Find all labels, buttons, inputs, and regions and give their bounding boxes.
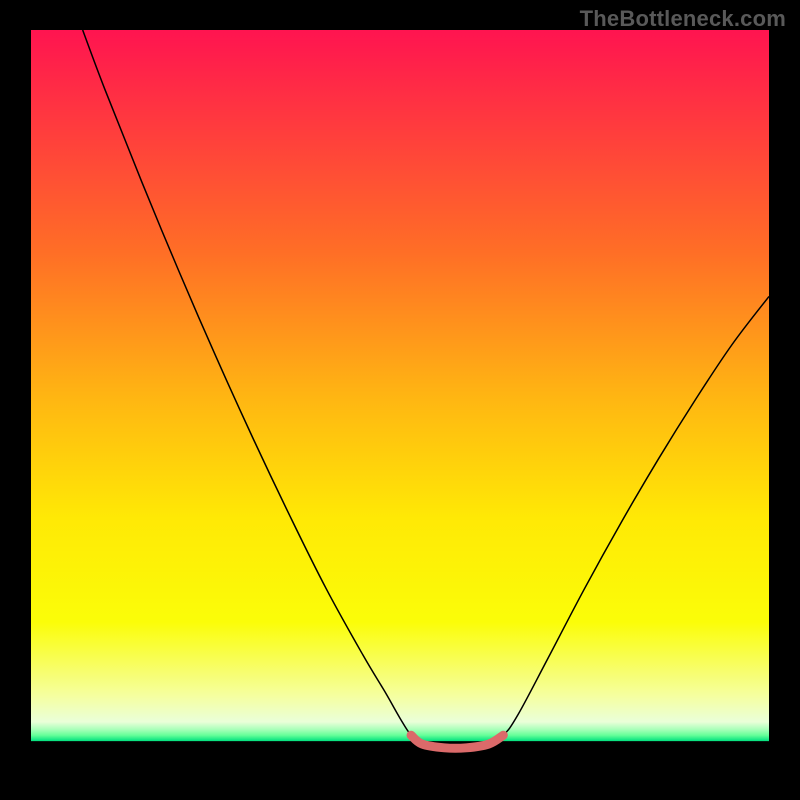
bottleneck-chart (0, 0, 800, 800)
chart-frame: TheBottleneck.com (0, 0, 800, 800)
gradient-background (31, 30, 769, 741)
watermark-text: TheBottleneck.com (580, 6, 786, 32)
